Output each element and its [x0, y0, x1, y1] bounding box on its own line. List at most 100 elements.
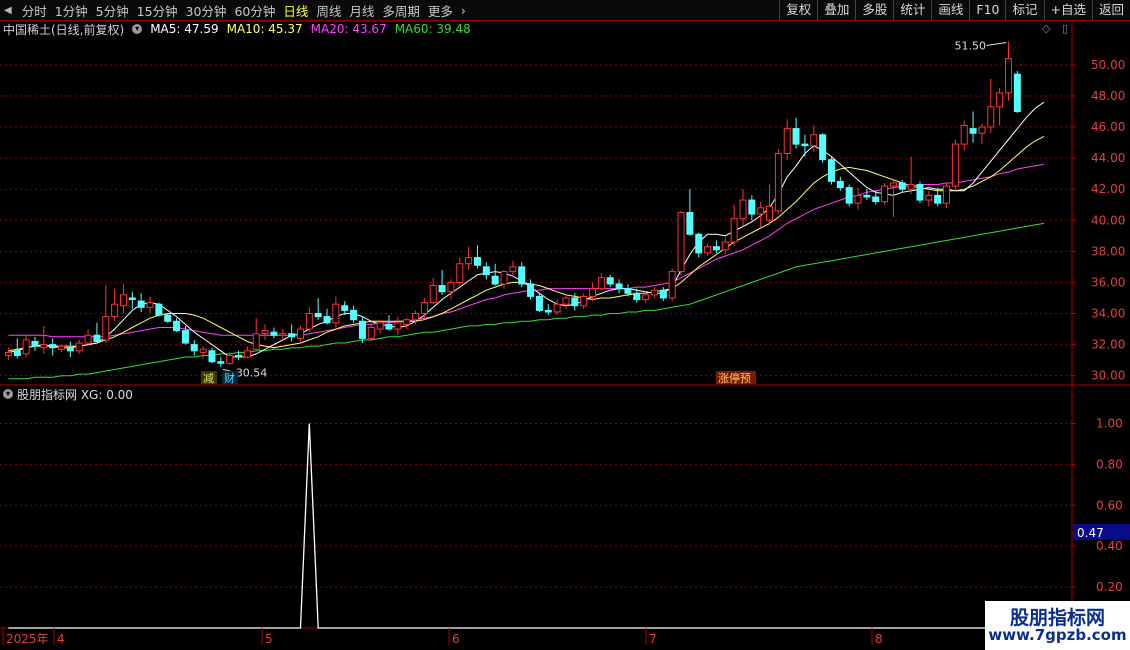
candle-body-down	[235, 354, 243, 358]
candle-body-up	[367, 327, 375, 339]
return-button[interactable]: 返回	[1091, 0, 1130, 20]
nav-back-icon[interactable]: ◀	[4, 5, 12, 16]
ma10-line	[8, 135, 1045, 352]
candle-body-down	[518, 266, 526, 285]
candle-body-down	[624, 288, 632, 294]
candle-body-down	[323, 316, 331, 324]
candle-body-up	[766, 205, 774, 221]
indicator-dropdown-icon[interactable]: ▾	[3, 389, 13, 399]
candle-body-down	[969, 128, 977, 134]
tab-60min[interactable]: 60分钟	[230, 1, 279, 20]
candle-body-up	[960, 124, 968, 145]
tab-monthly[interactable]: 月线	[345, 1, 378, 20]
price-axis-ticks: 50.00 48.00 46.00 44.00 42.00 40.00 38.00 36.00…	[1072, 58, 1125, 383]
candle-body-down	[686, 212, 694, 235]
f10-button[interactable]: F10	[969, 0, 1005, 20]
adjust-button[interactable]: 复权	[779, 0, 817, 20]
candle-body-up	[456, 263, 464, 283]
tab-fenshi[interactable]: 分时	[18, 1, 51, 20]
candle-body-down	[819, 134, 827, 161]
candle-body-up	[226, 354, 234, 364]
candle-body-up	[119, 294, 127, 307]
event-tag-label: 减	[203, 372, 214, 385]
ma60-label: MA60: 39.48	[394, 22, 471, 36]
ma20-line	[8, 163, 1044, 338]
indicator-title: 股朋指标网 XG: 0.00	[17, 387, 133, 402]
cursor-value-label: 0.47	[1077, 526, 1104, 540]
kline-chart[interactable]: 50.00 48.00 46.00 44.00 42.00 40.00 38.00 36.00…	[0, 0, 1130, 650]
candle-body-down	[66, 347, 74, 352]
mark-button[interactable]: 标记	[1005, 0, 1043, 20]
candle-body-up	[774, 152, 782, 212]
candle-body-up	[58, 345, 66, 350]
candle-body-down	[49, 344, 57, 349]
price-tick-label: 50.00	[1091, 58, 1125, 72]
candle-body-down	[31, 340, 39, 347]
candle-body-down	[606, 277, 614, 285]
time-tick-label: 2025年	[6, 632, 49, 646]
indicator-tick-label: 0.40	[1096, 539, 1123, 553]
candle-body-up	[553, 303, 561, 313]
candle-body-up	[22, 339, 30, 355]
price-tick-label: 36.00	[1091, 275, 1125, 289]
price-tick-label: 44.00	[1091, 151, 1125, 165]
candle-body-up	[580, 295, 588, 307]
max-price-arrow	[986, 42, 1007, 47]
time-axis: 2025年 4 5 6 7 8	[2, 628, 883, 646]
tab-multi-period[interactable]: 多周期	[378, 1, 424, 20]
watermark-logo: 股朋指标网 www.7gpzb.com	[985, 601, 1130, 650]
indicator-grid	[0, 422, 1072, 588]
settings-dropdown-icon[interactable]: ▾	[132, 24, 143, 34]
candle-body-up	[252, 333, 260, 350]
candle-body-up	[279, 333, 287, 336]
candle-body-up	[376, 322, 384, 330]
panel-toggle-icon[interactable]: ▯	[1062, 22, 1068, 35]
multi-stock-button[interactable]: 多股	[855, 0, 893, 20]
add-watchlist-button[interactable]: +自选	[1043, 0, 1092, 20]
candle-body-up	[996, 92, 1004, 108]
candle-body-up	[668, 271, 676, 299]
candle-body-up	[783, 128, 791, 154]
candle-body-down	[270, 331, 278, 336]
price-grid	[0, 64, 1072, 377]
candle-body-down	[350, 309, 358, 321]
candle-body-up	[925, 194, 933, 201]
candle-body-down	[217, 361, 225, 364]
tab-weekly[interactable]: 周线	[312, 1, 345, 20]
candle-body-up	[394, 322, 402, 330]
tab-5min[interactable]: 5分钟	[92, 1, 133, 20]
period-tabs: ◀ 分时 1分钟 5分钟 15分钟 30分钟 60分钟 日线 周线 月线 多周期…	[4, 0, 470, 20]
tab-15min[interactable]: 15分钟	[133, 1, 182, 20]
candle-body-down	[615, 283, 623, 290]
xg-signal-line	[8, 423, 1018, 629]
candlesticks	[4, 41, 1021, 368]
candle-body-up	[562, 297, 570, 305]
candle-body-up	[199, 348, 207, 353]
tab-1min[interactable]: 1分钟	[51, 1, 92, 20]
diamond-icon[interactable]: ◇	[1042, 22, 1050, 35]
tab-30min[interactable]: 30分钟	[182, 1, 231, 20]
candle-body-down	[571, 297, 579, 307]
candle-body-down	[633, 292, 641, 301]
candle-body-down	[836, 180, 844, 189]
candle-body-up	[597, 277, 605, 290]
tab-daily[interactable]: 日线	[279, 1, 312, 20]
price-tick-label: 46.00	[1091, 120, 1125, 134]
candle-body-down	[535, 295, 543, 311]
candle-body-down	[164, 314, 172, 322]
candle-body-up	[677, 212, 685, 273]
draw-line-button[interactable]: 画线	[931, 0, 969, 20]
tab-more[interactable]: 更多	[424, 1, 457, 20]
candle-body-down	[827, 159, 835, 182]
candle-body-down	[190, 344, 198, 352]
more-chevron-icon[interactable]: ›	[457, 3, 470, 18]
overlay-button[interactable]: 叠加	[817, 0, 855, 20]
candle-body-down	[863, 194, 871, 198]
candle-body-up	[907, 184, 915, 190]
statistics-button[interactable]: 统计	[893, 0, 931, 20]
candle-body-up	[412, 313, 420, 321]
candle-body-up	[4, 351, 12, 356]
candle-body-up	[889, 182, 897, 187]
axes-frame	[0, 20, 1130, 629]
candle-body-up	[305, 313, 313, 330]
